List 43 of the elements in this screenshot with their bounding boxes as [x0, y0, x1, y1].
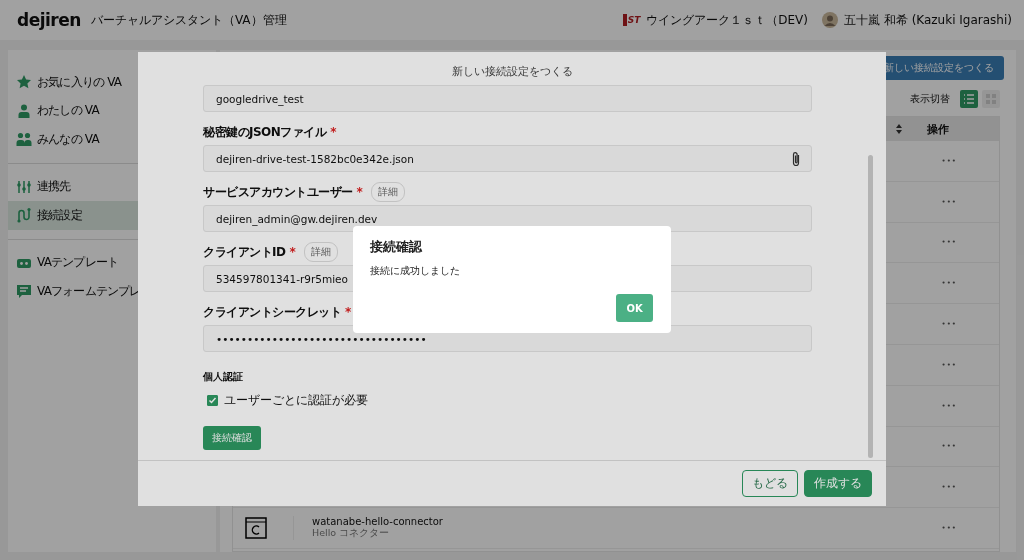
connector-name[interactable]: watanabe-hello-connector — [312, 516, 443, 528]
input-field[interactable]: googledrive_test — [203, 85, 812, 112]
alert-title: 接続確認 — [370, 238, 423, 256]
field-label: クライアントID — [203, 243, 286, 261]
detail-tag[interactable]: 詳細 — [370, 182, 405, 202]
section-title: 個人認証 — [203, 370, 244, 384]
create-button[interactable]: 作成する — [804, 470, 872, 497]
sort-icon[interactable] — [895, 124, 903, 134]
field-label: 秘密鍵のJSONファイル — [203, 123, 327, 141]
alert-message: 接続に成功しました — [370, 264, 461, 278]
chat-icon — [16, 283, 32, 300]
org-name: ウイングアーク１ｓｔ（DEV) — [646, 11, 808, 29]
people-icon — [16, 131, 32, 148]
route-icon — [16, 207, 32, 224]
star-icon — [16, 74, 32, 91]
field-label: クライアントシークレット — [203, 303, 341, 321]
test-connection-button[interactable]: 接続確認 — [203, 426, 261, 450]
logo: dejiren — [17, 10, 81, 30]
detail-tag[interactable]: 詳細 — [303, 242, 338, 262]
checkbox[interactable] — [207, 395, 218, 406]
paperclip-icon[interactable] — [791, 150, 801, 167]
list-icon — [963, 93, 975, 105]
app-title: バーチャルアシスタント（VA）管理 — [90, 11, 287, 29]
required-mark: * — [356, 185, 363, 199]
org-logo: ST — [622, 14, 641, 26]
avatar-icon[interactable] — [822, 12, 838, 28]
back-button[interactable]: もどる — [742, 470, 798, 497]
dialog-title: 新しい接続設定をつくる — [450, 64, 574, 79]
required-mark: * — [345, 305, 352, 319]
field-label: サービスアカウントユーザー — [203, 183, 353, 201]
required-mark: * — [289, 245, 296, 259]
view-toggle-label: 表示切替 — [910, 92, 950, 106]
person-icon — [16, 102, 32, 119]
required-mark: * — [330, 125, 337, 139]
column-header: 操作 — [927, 121, 949, 137]
sliders-icon — [16, 178, 32, 195]
user-name[interactable]: 五十嵐 和希 (Kazuki Igarashi) — [844, 11, 1012, 29]
connector-icon — [245, 517, 267, 540]
scrollbar[interactable] — [868, 155, 873, 458]
list-view-button[interactable] — [960, 90, 978, 108]
checkbox-label: ユーザーごとに認証が必要 — [224, 393, 368, 408]
connector-description: Hello コネクター — [312, 527, 391, 541]
file-field[interactable]: dejiren-drive-test-1582bc0e342e.json — [203, 145, 812, 172]
